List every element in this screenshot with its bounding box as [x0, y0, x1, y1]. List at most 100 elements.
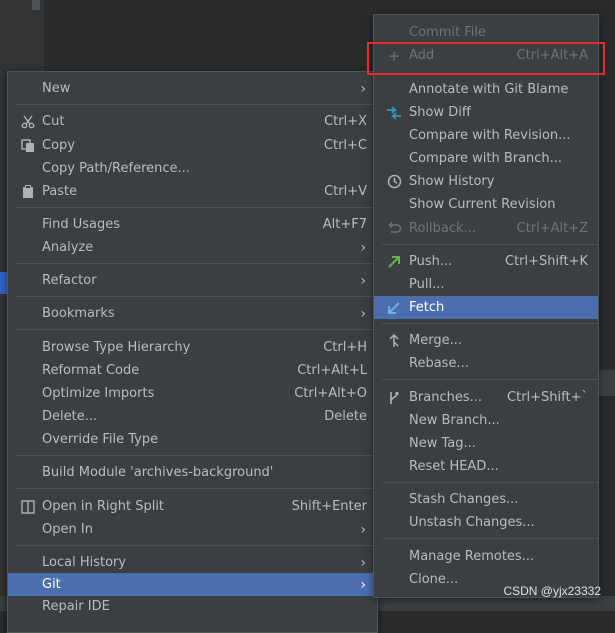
git-item-merge[interactable]: Merge...: [374, 329, 598, 352]
menu-item-local-history[interactable]: Local History ›: [8, 551, 377, 574]
menu-item-label: Git: [42, 577, 61, 592]
git-item-show-current-revision[interactable]: Show Current Revision: [374, 193, 598, 216]
menu-item-label: Refactor: [42, 273, 97, 288]
menu-item-shortcut: Ctrl+X: [324, 114, 367, 129]
menu-item-copy[interactable]: Copy Ctrl+C: [8, 134, 377, 157]
menu-item-shortcut: Ctrl+C: [323, 138, 367, 153]
menu-item-label: Compare with Revision...: [409, 128, 571, 143]
copy-icon: [20, 138, 36, 154]
git-item-compare-branch[interactable]: Compare with Branch...: [374, 147, 598, 170]
git-item-show-diff[interactable]: Show Diff: [374, 101, 598, 124]
chevron-right-icon: ›: [360, 576, 366, 593]
menu-item-override-file-type[interactable]: Override File Type: [8, 428, 377, 451]
scissors-icon: [20, 114, 36, 130]
menu-item-open-in-right-split[interactable]: Open in Right Split Shift+Enter: [8, 495, 377, 518]
menu-item-label: Show Diff: [409, 105, 471, 120]
menu-item-label: New Tag...: [409, 436, 476, 451]
project-context-menu: New › Cut Ctrl+X Copy Ctrl+C Copy Path/R…: [7, 71, 378, 633]
menu-separator: [382, 379, 598, 380]
menu-item-copy-path[interactable]: Copy Path/Reference...: [8, 157, 377, 180]
chevron-right-icon: ›: [360, 239, 366, 256]
menu-item-label: Cut: [42, 114, 65, 129]
menu-item-build-module[interactable]: Build Module 'archives-background': [8, 461, 377, 484]
git-item-show-history[interactable]: Show History: [374, 170, 598, 193]
menu-item-label: Branches...: [409, 390, 483, 405]
rollback-icon: [386, 221, 402, 237]
git-item-annotate[interactable]: Annotate with Git Blame: [374, 78, 598, 101]
git-item-branches[interactable]: Branches... Ctrl+Shift+`: [374, 386, 598, 409]
menu-item-label: Merge...: [409, 333, 462, 348]
menu-item-label: Build Module 'archives-background': [42, 465, 274, 480]
menu-item-shortcut: Ctrl+Alt+Z: [516, 221, 588, 236]
menu-item-label: Analyze: [42, 240, 94, 255]
git-item-rollback[interactable]: Rollback... Ctrl+Alt+Z: [374, 217, 598, 240]
git-item-compare-revision[interactable]: Compare with Revision...: [374, 124, 598, 147]
menu-separator: [382, 482, 598, 483]
menu-separator: [16, 545, 377, 546]
menu-item-open-in[interactable]: Open In ›: [8, 518, 377, 541]
menu-separator: [382, 538, 598, 539]
menu-item-label: Show History: [409, 174, 495, 189]
git-item-reset-head[interactable]: Reset HEAD...: [374, 455, 598, 478]
menu-separator: [16, 455, 377, 456]
menu-item-shortcut: Ctrl+Alt+O: [294, 386, 367, 401]
git-item-add[interactable]: + Add Ctrl+Alt+A: [374, 44, 598, 67]
push-arrow-icon: [386, 254, 402, 270]
git-item-pull[interactable]: Pull...: [374, 273, 598, 296]
menu-item-browse-type-hierarchy[interactable]: Browse Type Hierarchy Ctrl+H: [8, 336, 377, 359]
menu-separator: [16, 263, 377, 264]
menu-item-optimize-imports[interactable]: Optimize Imports Ctrl+Alt+O: [8, 382, 377, 405]
branch-icon: [386, 390, 402, 406]
menu-item-git[interactable]: Git ›: [8, 573, 377, 596]
menu-item-label: Open in Right Split: [42, 499, 165, 514]
menu-item-cut[interactable]: Cut Ctrl+X: [8, 110, 377, 133]
menu-separator: [16, 207, 377, 208]
menu-item-label: Copy: [42, 138, 75, 153]
chevron-right-icon: ›: [360, 305, 366, 322]
menu-separator: [382, 73, 598, 74]
merge-icon: [386, 333, 402, 349]
menu-item-label: Override File Type: [42, 432, 159, 447]
git-item-commit-file[interactable]: Commit File: [374, 21, 598, 44]
menu-item-label: Add: [409, 48, 435, 63]
split-icon: [20, 499, 36, 515]
git-item-fetch[interactable]: Fetch: [374, 296, 598, 319]
menu-item-repair-ide[interactable]: Repair IDE: [8, 595, 377, 618]
menu-item-label: Copy Path/Reference...: [42, 161, 190, 176]
menu-item-analyze[interactable]: Analyze ›: [8, 236, 377, 259]
chevron-right-icon: ›: [360, 554, 366, 571]
watermark-text: CSDN @yjx23332: [503, 584, 601, 598]
menu-item-label: Fetch: [409, 300, 445, 315]
git-item-new-tag[interactable]: New Tag...: [374, 432, 598, 455]
ide-scrollbar[interactable]: [32, 0, 40, 10]
menu-item-delete[interactable]: Delete... Delete: [8, 405, 377, 428]
diff-icon: [386, 105, 402, 121]
menu-item-shortcut: Ctrl+V: [324, 184, 367, 199]
fetch-icon: [386, 300, 402, 316]
menu-item-label: Manage Remotes...: [409, 549, 535, 564]
menu-item-shortcut: Ctrl+Shift+`: [507, 390, 588, 405]
git-item-manage-remotes[interactable]: Manage Remotes...: [374, 545, 598, 568]
menu-item-bookmarks[interactable]: Bookmarks ›: [8, 302, 377, 325]
git-item-push[interactable]: Push... Ctrl+Shift+K: [374, 250, 598, 273]
menu-item-label: New: [42, 81, 71, 96]
git-item-rebase[interactable]: Rebase...: [374, 352, 598, 375]
paste-icon: [20, 184, 36, 200]
plus-icon: +: [387, 46, 401, 65]
clock-icon: [386, 174, 402, 190]
menu-item-label: Open In: [42, 522, 93, 537]
menu-item-shortcut: Alt+F7: [322, 217, 367, 232]
menu-item-label: Rebase...: [409, 356, 469, 371]
menu-item-reformat-code[interactable]: Reformat Code Ctrl+Alt+L: [8, 359, 377, 382]
menu-item-new[interactable]: New ›: [8, 77, 377, 100]
menu-item-shortcut: Delete: [324, 409, 367, 424]
menu-separator: [16, 104, 377, 105]
git-item-new-branch[interactable]: New Branch...: [374, 409, 598, 432]
menu-item-find-usages[interactable]: Find Usages Alt+F7: [8, 213, 377, 236]
git-item-unstash[interactable]: Unstash Changes...: [374, 511, 598, 534]
menu-item-paste[interactable]: Paste Ctrl+V: [8, 180, 377, 203]
menu-item-refactor[interactable]: Refactor ›: [8, 269, 377, 292]
menu-item-label: Annotate with Git Blame: [409, 82, 569, 97]
menu-item-label: Bookmarks: [42, 306, 115, 321]
git-item-stash[interactable]: Stash Changes...: [374, 488, 598, 511]
